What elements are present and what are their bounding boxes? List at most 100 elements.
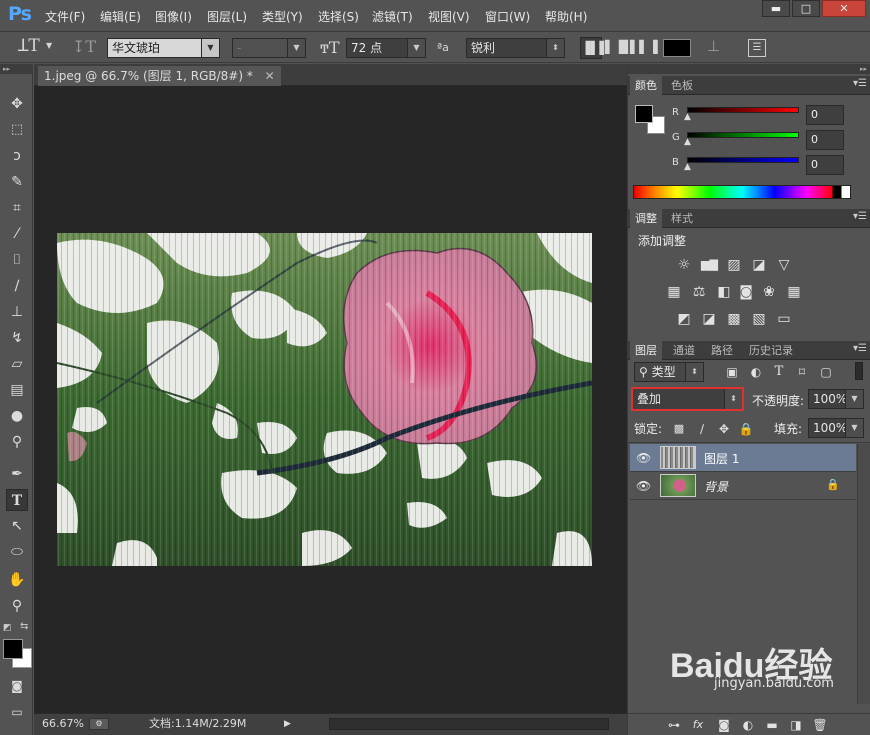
menu-file[interactable]: 文件(F)	[45, 8, 85, 25]
new-layer-icon[interactable]: ◨	[788, 717, 804, 733]
close-button[interactable]: ✕	[822, 0, 866, 17]
blend-mode-select[interactable]: 叠加 ⬍	[631, 387, 744, 411]
brightness-icon[interactable]: ☼	[676, 257, 692, 273]
font-size-select[interactable]: 72 点 ▼	[346, 38, 426, 58]
path-selection-tool-icon[interactable]: ↖	[6, 515, 28, 537]
layer-filter-kind-select[interactable]: ⚲ 类型 ⬍	[634, 362, 704, 382]
trash-icon[interactable]: 🗑	[812, 717, 828, 733]
text-color-swatch[interactable]	[663, 39, 691, 57]
eyedropper-tool-icon[interactable]: ⁄	[6, 223, 28, 245]
canvas-image[interactable]	[57, 233, 592, 566]
black-white-icon[interactable]: ◧	[716, 284, 732, 300]
b-slider[interactable]	[687, 157, 799, 163]
layer-row-layer1[interactable]: 👁 图层 1	[630, 444, 856, 472]
g-slider[interactable]	[687, 132, 799, 138]
r-slider-thumb-icon[interactable]: ▲	[684, 112, 691, 122]
selective-color-icon[interactable]: ▧	[751, 311, 767, 327]
lock-pixels-icon[interactable]: ∕	[694, 421, 710, 437]
crop-tool-icon[interactable]: ⌗	[6, 197, 28, 219]
color-lookup-icon[interactable]: ▦	[786, 284, 802, 300]
layers-scrollbar[interactable]	[857, 444, 870, 704]
color-fg-swatch[interactable]	[635, 105, 653, 123]
foreground-color-swatch[interactable]	[3, 639, 23, 659]
close-tab-icon[interactable]: ✕	[265, 69, 275, 83]
ellipse-tool-icon[interactable]: ⬭	[6, 541, 28, 563]
menu-type[interactable]: 类型(Y)	[262, 8, 303, 25]
healing-brush-tool-icon[interactable]: ⌷	[6, 249, 28, 271]
menu-help[interactable]: 帮助(H)	[545, 8, 587, 25]
filter-smart-icon[interactable]: ▢	[818, 364, 834, 380]
threshold-icon[interactable]: ▩	[726, 311, 742, 327]
type-tool-preset-icon[interactable]: ꓕT	[18, 36, 40, 56]
status-menu-arrow-icon[interactable]: ▶	[284, 714, 291, 734]
panel-menu-icon[interactable]: ▾☰	[853, 211, 867, 222]
font-family-select[interactable]: 华文琥珀 ▼	[107, 38, 220, 58]
menu-select[interactable]: 选择(S)	[318, 8, 359, 25]
zoom-level[interactable]: 66.67%	[42, 714, 84, 734]
lock-transparent-icon[interactable]: ▩	[671, 421, 687, 437]
invert-icon[interactable]: ◩	[676, 311, 692, 327]
channel-mixer-icon[interactable]: ❀	[761, 284, 777, 300]
horizontal-scrollbar[interactable]	[329, 718, 609, 730]
swap-colors-icon[interactable]: ⇆	[20, 621, 28, 632]
eye-icon[interactable]: 👁	[636, 451, 651, 465]
r-value-input[interactable]: 0	[806, 105, 844, 125]
tab-channels[interactable]: 通道	[668, 341, 700, 360]
panel-menu-icon[interactable]: ▾☰	[853, 78, 867, 89]
menu-filter[interactable]: 滤镜(T)	[372, 8, 413, 25]
move-tool-icon[interactable]: ✥	[6, 93, 28, 115]
tab-styles[interactable]: 样式	[666, 209, 698, 228]
chevron-down-icon[interactable]: ▼	[46, 41, 52, 50]
b-value-input[interactable]: 0	[806, 155, 844, 175]
dock-collapse-icon[interactable]: ▸▸	[628, 64, 870, 74]
character-panel-icon[interactable]: ☰	[748, 39, 766, 57]
antialias-select[interactable]: 锐利 ⬍	[466, 38, 565, 58]
tab-color[interactable]: 颜色	[630, 76, 662, 95]
warp-text-icon[interactable]: ⊥	[707, 37, 720, 55]
filter-type-icon[interactable]: T	[771, 364, 787, 380]
exposure-icon[interactable]: ◪	[751, 257, 767, 273]
menu-layer[interactable]: 图层(L)	[207, 8, 247, 25]
menu-view[interactable]: 视图(V)	[428, 8, 470, 25]
curves-icon[interactable]: ▨	[726, 257, 742, 273]
new-group-icon[interactable]: ▬	[764, 717, 780, 733]
blur-tool-icon[interactable]: ●	[6, 405, 28, 427]
gradient-tool-icon[interactable]: ▤	[6, 379, 28, 401]
dodge-tool-icon[interactable]: ⚲	[6, 431, 28, 453]
quick-select-tool-icon[interactable]: ✎	[6, 171, 28, 193]
eye-icon[interactable]: 👁	[636, 479, 651, 493]
r-slider[interactable]	[687, 107, 799, 113]
gradient-map-icon[interactable]: ▭	[776, 311, 792, 327]
eraser-tool-icon[interactable]: ▱	[6, 353, 28, 375]
marquee-tool-icon[interactable]: ⬚	[6, 119, 28, 141]
default-colors-icon[interactable]: ◩	[3, 623, 12, 633]
add-mask-icon[interactable]: ◙	[716, 717, 732, 733]
lock-position-icon[interactable]: ✥	[716, 421, 732, 437]
type-tool-icon[interactable]: T	[6, 489, 28, 511]
new-adjustment-layer-icon[interactable]: ◐	[740, 717, 756, 733]
hand-tool-icon[interactable]: ✋	[6, 569, 28, 591]
zoom-tool-icon[interactable]: ⚲	[6, 595, 28, 617]
tab-layers[interactable]: 图层	[630, 341, 662, 360]
color-spectrum-ramp[interactable]	[633, 185, 851, 199]
b-slider-thumb-icon[interactable]: ▲	[684, 162, 691, 172]
tools-collapse-icon[interactable]: ▸▸	[0, 64, 33, 74]
g-value-input[interactable]: 0	[806, 130, 844, 150]
pen-tool-icon[interactable]: ✒	[6, 463, 28, 485]
filter-pixel-icon[interactable]: ▣	[724, 364, 740, 380]
screen-mode-icon[interactable]: ▭	[6, 701, 28, 723]
layer-style-icon[interactable]: fx	[690, 717, 706, 733]
align-center-icon[interactable]: ▌▐▌	[605, 37, 633, 59]
photo-filter-icon[interactable]: ◙	[738, 284, 754, 300]
fill-input[interactable]: 100% ▼	[808, 418, 864, 438]
tab-swatches[interactable]: 色板	[666, 76, 698, 95]
quick-mask-icon[interactable]: ◙	[6, 675, 28, 697]
hue-saturation-icon[interactable]: ▦	[666, 284, 682, 300]
status-options-icon[interactable]: ⚙	[89, 718, 109, 730]
minimize-button[interactable]: ▬	[762, 0, 790, 17]
levels-icon[interactable]: ▆▇	[701, 257, 718, 273]
tab-adjustments[interactable]: 调整	[630, 209, 662, 228]
tab-history[interactable]: 历史记录	[744, 341, 798, 360]
g-slider-thumb-icon[interactable]: ▲	[684, 137, 691, 147]
layer-name[interactable]: 图层 1	[704, 450, 739, 467]
